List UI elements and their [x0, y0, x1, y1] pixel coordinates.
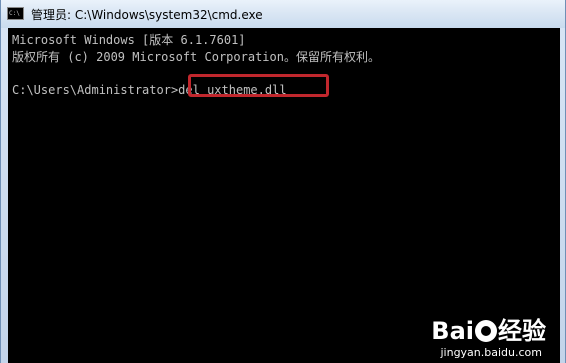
console-version-line: Microsoft Windows [版本 6.1.7601] [12, 33, 246, 47]
title-bar[interactable]: C:\ 管理员: C:\Windows\system32\cmd.exe [1, 0, 565, 28]
baidu-jingyan-logo: Bai 经验 [431, 311, 546, 345]
console-copyright-line: 版权所有 (c) 2009 Microsoft Corporation。保留所有… [12, 50, 380, 64]
cmd-icon[interactable]: C:\ [7, 7, 24, 20]
baidu-brand-text: Bai [431, 317, 474, 345]
cmd-window: C:\ 管理员: C:\Windows\system32\cmd.exe Mic… [0, 0, 566, 363]
command-prompt: C:\Users\Administrator> [12, 83, 179, 97]
baidu-jingyan-url: jingyan.baidu.com [440, 346, 542, 359]
window-title: 管理员: C:\Windows\system32\cmd.exe [31, 8, 263, 22]
baidu-paw-icon [475, 320, 497, 342]
console-area[interactable]: Microsoft Windows [版本 6.1.7601] 版权所有 (c)… [8, 28, 560, 363]
command-highlight-box [188, 74, 329, 97]
baidu-brand-suffix: 经验 [498, 317, 546, 345]
